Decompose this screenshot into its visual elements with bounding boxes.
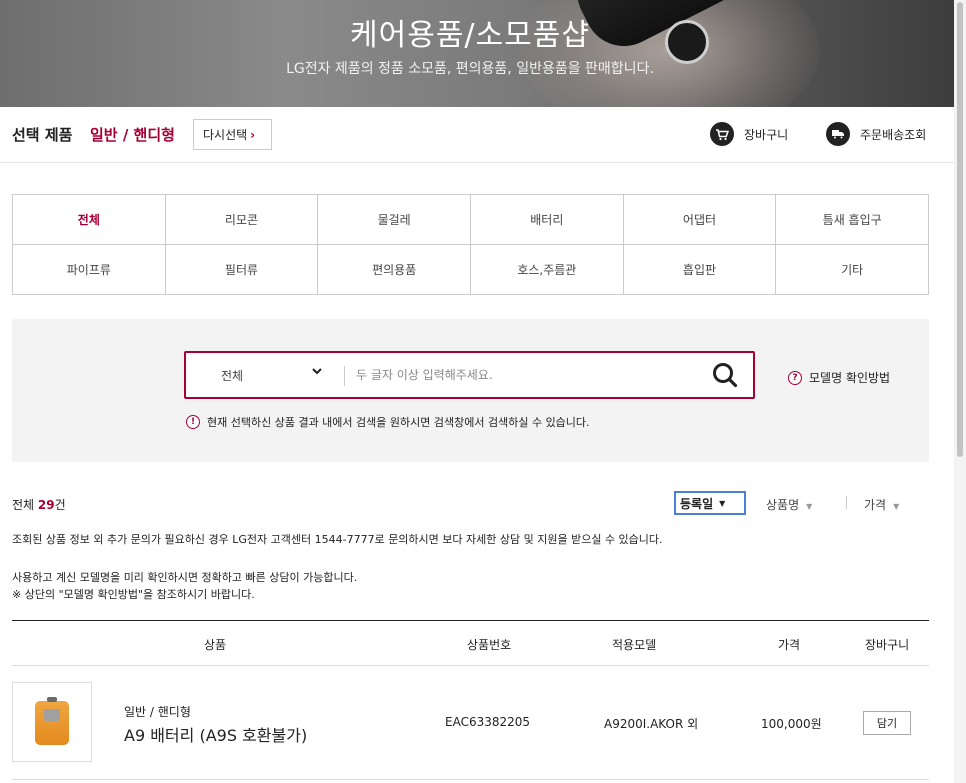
- cart-link[interactable]: 장바구니: [710, 122, 788, 146]
- header-cart: 장바구니: [865, 638, 910, 652]
- search-icon: [713, 363, 738, 388]
- model-help-label: 모델명 확인방법: [809, 371, 891, 385]
- category-all[interactable]: 전체: [13, 195, 166, 245]
- product-category: 일반 / 핸디형: [124, 705, 191, 719]
- product-thumbnail[interactable]: [12, 682, 92, 762]
- model-check-notice: 사용하고 계신 모델명을 미리 확인하시면 정확하고 빠른 상담이 가능합니다.…: [12, 569, 357, 603]
- category-adapter[interactable]: 어댑터: [623, 195, 777, 245]
- category-grid: 전체 리모콘 물걸레 배터리 어댑터 틈새 흡입구 파이프류 필터류 편의용품 …: [12, 194, 929, 295]
- product-table-header: 상품 상품번호 적용모델 가격 장바구니: [12, 620, 929, 666]
- header-part-number: 상품번호: [467, 638, 512, 652]
- search-divider: [344, 366, 345, 386]
- sort-by-price[interactable]: 가격 ▼: [864, 496, 899, 513]
- model-check-line1: 사용하고 계신 모델명을 미리 확인하시면 정확하고 빠른 상담이 가능합니다.: [12, 571, 358, 584]
- page-title: 케어용품/소모품샵: [350, 18, 590, 53]
- question-icon: ?: [788, 370, 802, 385]
- caret-down-icon: ▼: [806, 502, 813, 511]
- page-subtitle: LG전자 제품의 정품 소모품, 편의용품, 일반용품을 판매합니다.: [286, 61, 654, 77]
- add-to-cart-button[interactable]: 담기: [863, 711, 911, 735]
- scrollbar-thumb[interactable]: [957, 2, 963, 457]
- sort-by-name[interactable]: 상품명 ▼: [766, 496, 812, 513]
- caret-down-icon: ▼: [719, 498, 726, 508]
- product-name-link[interactable]: A9 배터리 (A9S 호환불가): [124, 722, 307, 746]
- category-convenience[interactable]: 편의용품: [318, 245, 471, 295]
- search-panel: 전체 ? 모델명 확인방법 ! 현재 선택하신 상품 결과 내에서 검색을 원하…: [12, 319, 929, 462]
- reselect-label: 다시선택: [203, 128, 248, 142]
- category-suction-plate[interactable]: 흡입판: [623, 245, 777, 295]
- sort-by-date-label: 등록일: [680, 496, 714, 511]
- order-tracking-label: 주문배송조회: [860, 127, 927, 142]
- selected-product-label: 선택 제품: [12, 126, 73, 144]
- sort-by-price-label: 가격: [864, 498, 887, 512]
- category-hoses[interactable]: 호스,주름관: [471, 245, 624, 295]
- sort-by-name-label: 상품명: [766, 498, 800, 512]
- selected-product-value: 일반 / 핸디형: [90, 126, 175, 144]
- reselect-button[interactable]: 다시선택 ›: [193, 119, 272, 150]
- category-other[interactable]: 기타: [776, 245, 929, 295]
- header-price: 가격: [778, 638, 801, 652]
- result-count-suffix: 건: [54, 498, 66, 512]
- header-product: 상품: [204, 638, 227, 652]
- product-part-number: EAC63382205: [445, 715, 531, 729]
- category-crevice-nozzle[interactable]: 틈새 흡입구: [776, 195, 929, 245]
- selection-bar: 선택 제품 일반 / 핸디형 다시선택 › 장바구니 주문배송조회: [0, 107, 954, 163]
- hero-banner: 케어용품/소모품샵 LG전자 제품의 정품 소모품, 편의용품, 일반용품을 판…: [0, 0, 954, 107]
- sort-by-date[interactable]: 등록일 ▼: [674, 491, 746, 515]
- truck-icon: [826, 122, 850, 146]
- chevron-down-icon: [312, 367, 322, 378]
- search-note-text: 현재 선택하신 상품 결과 내에서 검색을 원하시면 검색창에서 검색하실 수 …: [207, 416, 590, 429]
- category-battery[interactable]: 배터리: [471, 195, 624, 245]
- search-note: ! 현재 선택하신 상품 결과 내에서 검색을 원하시면 검색창에서 검색하실 …: [186, 414, 590, 430]
- cart-link-label: 장바구니: [744, 127, 789, 142]
- result-count-number: 29: [37, 498, 55, 512]
- search-button[interactable]: [711, 361, 739, 389]
- table-row: 일반 / 핸디형 A9 배터리 (A9S 호환불가) EAC63382205 A…: [12, 666, 929, 780]
- model-check-line2: ※ 상단의 "모델명 확인방법"을 참조하시기 바랍니다.: [12, 588, 255, 601]
- model-help-link[interactable]: ? 모델명 확인방법: [788, 369, 890, 386]
- category-pipes[interactable]: 파이프류: [13, 245, 166, 295]
- chevron-right-icon: ›: [250, 128, 256, 142]
- search-scope-value: 전체: [221, 368, 244, 383]
- order-tracking-link[interactable]: 주문배송조회: [826, 122, 926, 146]
- product-applicable-model: A9200I.AKOR 외: [604, 717, 699, 731]
- alert-icon: !: [186, 415, 200, 429]
- caret-down-icon: ▼: [893, 502, 900, 511]
- category-wet-mop[interactable]: 물걸레: [318, 195, 471, 245]
- customer-center-notice: 조회된 상품 정보 외 추가 문의가 필요하신 경우 LG전자 고객센터 154…: [12, 533, 663, 546]
- search-scope-select[interactable]: 전체: [186, 353, 344, 397]
- category-remote[interactable]: 리모콘: [165, 195, 319, 245]
- cart-icon: [710, 122, 734, 146]
- product-price: 100,000원: [761, 717, 822, 731]
- result-count-prefix: 전체: [12, 498, 38, 512]
- header-applicable-model: 적용모델: [612, 638, 657, 652]
- page-scrollbar[interactable]: [954, 0, 966, 783]
- search-box: 전체: [184, 351, 755, 399]
- sort-divider: [846, 496, 847, 509]
- battery-product-image: [35, 697, 69, 745]
- category-filters[interactable]: 필터류: [165, 245, 319, 295]
- result-count: 전체 29건: [12, 496, 66, 513]
- search-input[interactable]: [356, 359, 696, 391]
